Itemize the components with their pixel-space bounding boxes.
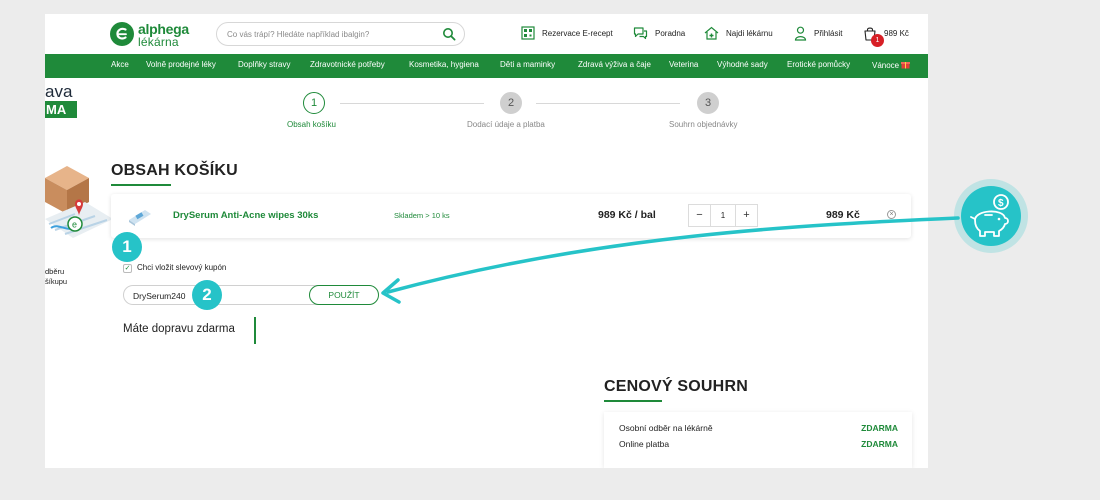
step-callout-2: 2 <box>192 280 222 310</box>
piggy-bank-coin-icon: $ <box>961 186 1021 246</box>
step-callout-1: 1 <box>112 232 142 262</box>
svg-text:$: $ <box>998 198 1004 209</box>
tutorial-arrow <box>381 216 960 304</box>
